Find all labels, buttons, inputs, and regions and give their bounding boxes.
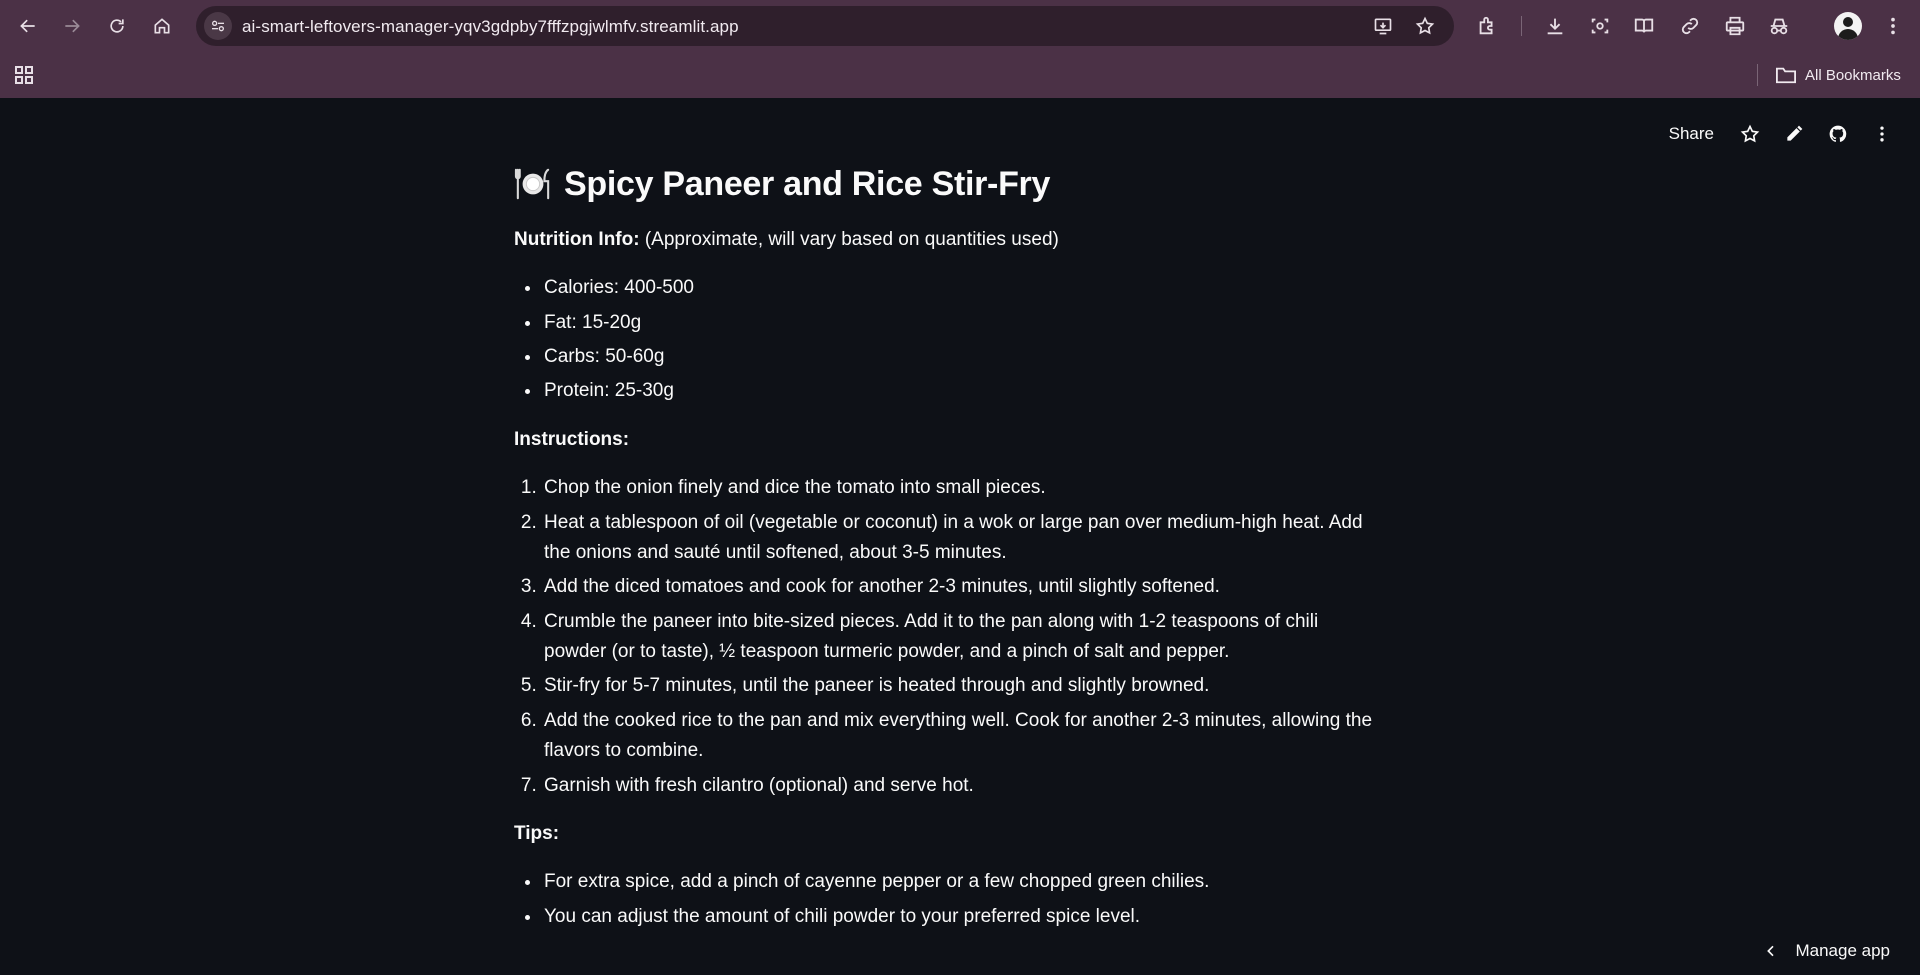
instruction-step: Garnish with fresh cilantro (optional) a…	[542, 771, 1384, 801]
share-button[interactable]: Share	[1655, 124, 1728, 144]
nutrition-list: Calories: 400-500 Fat: 15-20g Carbs: 50-…	[514, 273, 1384, 407]
downloads-icon[interactable]	[1542, 13, 1568, 39]
nutrition-label: Nutrition Info:	[514, 228, 640, 250]
recipe-title-heading: Spicy Paneer and Rice Stir-Fry	[514, 164, 1384, 205]
browser-menu-icon[interactable]	[1880, 13, 1906, 39]
extensions-icon[interactable]	[1474, 13, 1500, 39]
back-icon[interactable]	[14, 12, 42, 40]
profile-avatar[interactable]	[1834, 12, 1862, 40]
bookmark-star-icon[interactable]	[1414, 15, 1436, 37]
url-text[interactable]: ai-smart-leftovers-manager-yqv3gdpby7fff…	[242, 17, 739, 37]
forward-icon[interactable]	[58, 12, 86, 40]
recipe-title: Spicy Paneer and Rice Stir-Fry	[564, 165, 1051, 203]
browser-toolbar: ai-smart-leftovers-manager-yqv3gdpby7fff…	[0, 0, 1920, 52]
instruction-step: Stir-fry for 5-7 minutes, until the pane…	[542, 671, 1384, 701]
bookmarks-divider	[1757, 64, 1758, 86]
reload-icon[interactable]	[103, 12, 131, 40]
edit-pencil-icon[interactable]	[1772, 118, 1816, 150]
incognito-icon[interactable]	[1766, 13, 1792, 39]
address-bar[interactable]: ai-smart-leftovers-manager-yqv3gdpby7fff…	[196, 6, 1454, 46]
link-icon[interactable]	[1677, 13, 1703, 39]
apps-grid-icon[interactable]	[12, 63, 36, 87]
nutrition-item: Carbs: 50-60g	[542, 342, 1384, 372]
nutrition-paragraph: Nutrition Info: (Approximate, will vary …	[514, 225, 1384, 255]
lens-icon[interactable]	[1587, 13, 1613, 39]
instruction-step: Crumble the paneer into bite-sized piece…	[542, 607, 1384, 668]
instruction-step: Add the cooked rice to the pan and mix e…	[542, 706, 1384, 767]
github-icon[interactable]	[1816, 118, 1860, 150]
instruction-step: Heat a tablespoon of oil (vegetable or c…	[542, 508, 1384, 569]
instructions-paragraph: Instructions:	[514, 425, 1384, 455]
bookmarks-bar: All Bookmarks	[0, 52, 1920, 98]
nutrition-note: (Approximate, will vary based on quantit…	[639, 228, 1059, 250]
home-icon[interactable]	[148, 12, 176, 40]
manage-app-label: Manage app	[1795, 941, 1890, 960]
site-info-icon[interactable]	[204, 12, 232, 40]
app-toolbar: Share	[1655, 118, 1904, 150]
main-content: Spicy Paneer and Rice Stir-Fry Nutrition…	[514, 164, 1384, 950]
tip-item: For extra spice, add a pinch of cayenne …	[542, 867, 1384, 897]
tips-label: Tips:	[514, 823, 560, 845]
instruction-step: Add the diced tomatoes and cook for anot…	[542, 572, 1384, 602]
favorite-star-icon[interactable]	[1728, 118, 1772, 150]
all-bookmarks-button[interactable]: All Bookmarks	[1775, 63, 1901, 87]
nutrition-item: Protein: 25-30g	[542, 376, 1384, 406]
app-viewport: Share Spicy Paneer and Rice Stir-Fry Nut…	[0, 98, 1920, 975]
toolbar-divider	[1521, 16, 1522, 36]
nutrition-item: Fat: 15-20g	[542, 308, 1384, 338]
instruction-step: Chop the onion finely and dice the tomat…	[542, 473, 1384, 503]
folder-icon	[1776, 67, 1796, 84]
instructions-label: Instructions:	[514, 428, 630, 450]
chevron-left-icon	[1767, 945, 1775, 957]
all-bookmarks-label: All Bookmarks	[1805, 66, 1901, 84]
tips-list: For extra spice, add a pinch of cayenne …	[514, 867, 1384, 932]
instructions-list: Chop the onion finely and dice the tomat…	[514, 473, 1384, 801]
app-menu-icon[interactable]	[1860, 118, 1904, 150]
tips-paragraph: Tips:	[514, 819, 1384, 849]
tip-item: You can adjust the amount of chili powde…	[542, 902, 1384, 932]
print-icon[interactable]	[1722, 13, 1748, 39]
fork-knife-plate-icon	[514, 169, 550, 200]
nutrition-item: Calories: 400-500	[542, 273, 1384, 303]
manage-app-button[interactable]: Manage app	[1763, 937, 1890, 965]
install-app-icon[interactable]	[1372, 15, 1394, 37]
reading-mode-icon[interactable]	[1631, 13, 1657, 39]
